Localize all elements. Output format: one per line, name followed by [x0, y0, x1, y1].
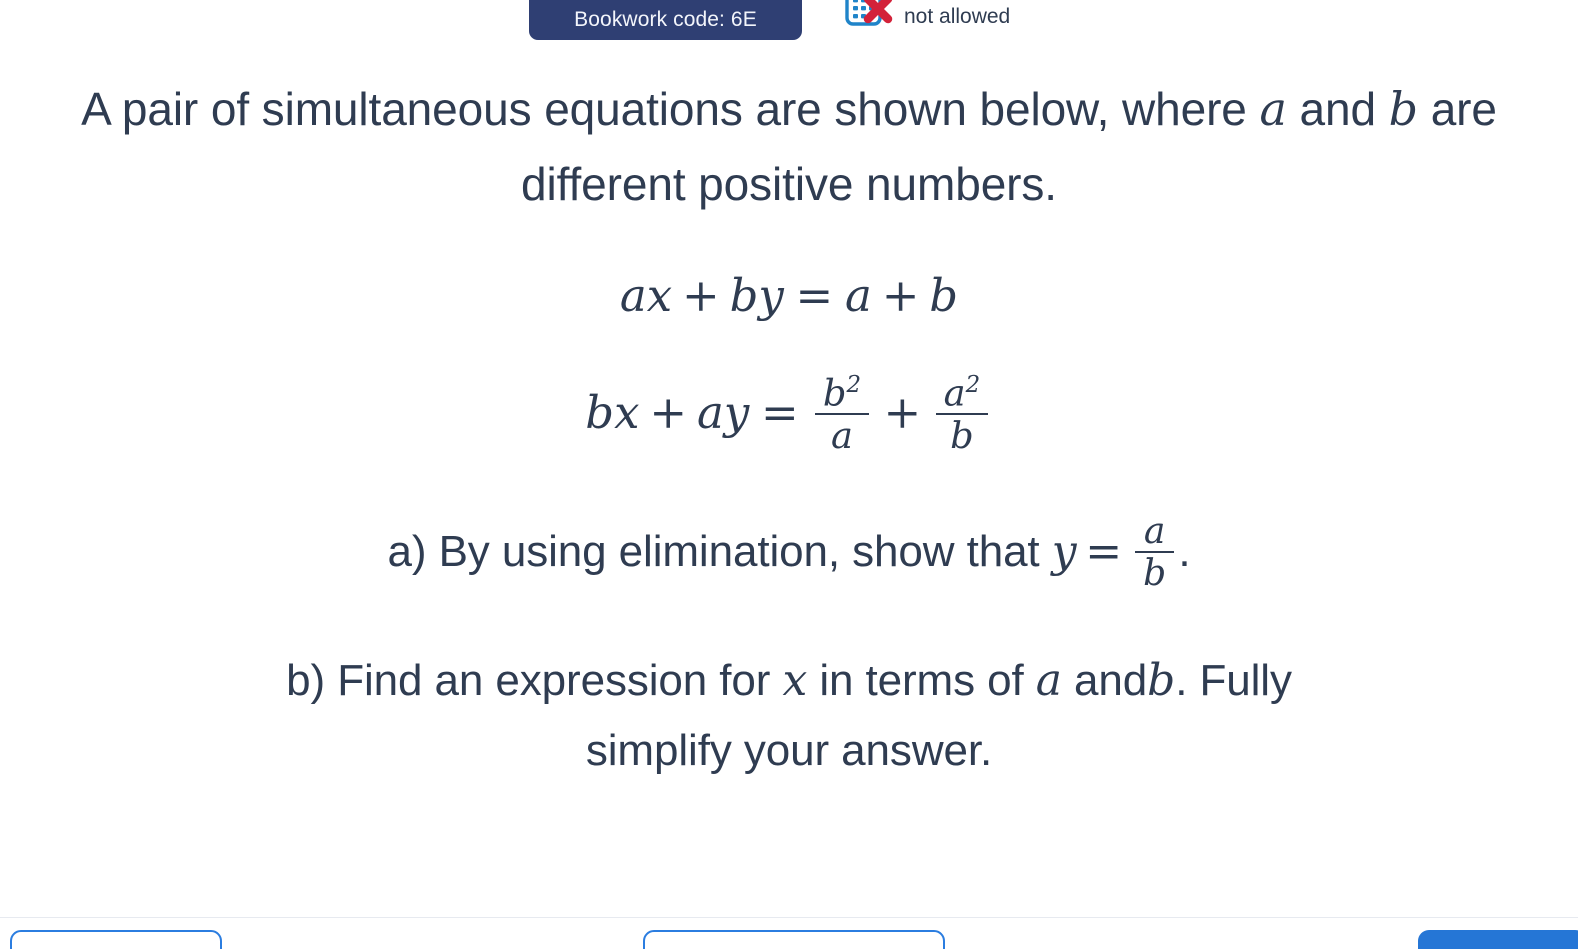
intro-text-between: and	[1299, 83, 1377, 135]
eq2-frac2-numerator: a2	[935, 371, 989, 416]
part-b-var-x: x	[782, 655, 808, 707]
eq2-lhs-coef-1: b	[585, 386, 615, 440]
question-body: A pair of simultaneous equations are sho…	[0, 52, 1578, 786]
part-a-frac-numerator: a	[1135, 512, 1175, 554]
eq1-rhs-term-1: a	[844, 269, 872, 323]
part-a-frac-denominator: b	[1143, 551, 1167, 594]
question-intro: A pair of simultaneous equations are sho…	[0, 52, 1578, 221]
eq1-lhs-var-2: y	[758, 269, 784, 323]
part-b-text-line-2: simplify your answer.	[585, 725, 993, 775]
eq2-frac2-num-base: a	[943, 371, 966, 415]
answer-button[interactable]: Answer	[643, 930, 945, 949]
calculator-notice-line-1: Calculator	[904, 0, 999, 2]
part-b-var-a: a	[1035, 655, 1062, 707]
eq2-lhs-var-1: x	[614, 386, 640, 440]
part-a-math-equals: =	[1085, 526, 1123, 578]
submit-button[interactable]: Submit	[1418, 930, 1578, 949]
equation-2: bx + ay = b2 a + a2 b	[0, 371, 1578, 457]
part-a-math: y = a b	[1051, 512, 1179, 592]
eq2-frac1-denominator: a	[830, 413, 853, 457]
eq1-rhs-term-2: b	[929, 269, 959, 323]
eq2-frac1-num-exponent: 2	[846, 371, 862, 398]
eq2-frac1-numerator: b2	[814, 371, 870, 416]
intro-var-b: b	[1388, 82, 1418, 136]
calculator-notice-text: Calculator not allowed	[904, 0, 1010, 30]
equation-1: ax + by = a + b	[0, 269, 1578, 322]
eq2-frac2-num-exponent: 2	[965, 371, 981, 398]
part-a-fraction: ab	[1135, 512, 1175, 594]
watch-video-button[interactable]: Watch video	[10, 930, 222, 949]
eq2-fraction-2: a2 b	[935, 371, 989, 457]
part-b-text-3: and	[1074, 656, 1148, 706]
part-a-text: By using elimination, show that	[438, 527, 1040, 577]
footer-toolbar: Watch video Answer Submit	[0, 930, 1578, 949]
bookwork-code-label: Bookwork code: 6E	[574, 8, 757, 31]
calculator-not-allowed-icon	[843, 0, 895, 32]
eq2-plus-1: +	[649, 386, 688, 440]
eq2-equals: =	[760, 386, 799, 440]
part-a-math-var: y	[1051, 526, 1077, 578]
eq2-plus-2: +	[883, 386, 922, 440]
eq1-plus-2: +	[881, 269, 920, 323]
eq1-lhs-var-1: x	[646, 269, 673, 323]
part-a-period: .	[1178, 527, 1191, 577]
question-part-b: b) Find an expression for x in terms of …	[0, 646, 1578, 785]
calculator-notice: Calculator not allowed	[843, 0, 1010, 32]
footer-divider	[0, 917, 1578, 918]
eq1-lhs-coef-1: a	[619, 269, 647, 323]
eq2-lhs-coef-2: a	[696, 386, 724, 440]
eq2-lhs-var-2: y	[723, 386, 750, 440]
intro-text-before-a: A pair of simultaneous equations are sho…	[81, 83, 1247, 135]
part-b-label: b)	[286, 656, 326, 706]
eq2-fraction-1: b2 a	[814, 371, 870, 457]
intro-var-a: a	[1259, 82, 1287, 136]
part-b-text-2: in terms of	[819, 656, 1024, 706]
part-b-text-4: . Fully	[1175, 656, 1292, 706]
part-b-text-1: Find an expression for	[337, 656, 771, 706]
eq2-frac1-num-base: b	[822, 371, 847, 415]
calculator-notice-line-2: not allowed	[904, 5, 1011, 28]
bookwork-code-badge: Bookwork code: 6E	[529, 0, 802, 40]
eq1-lhs-coef-2: b	[729, 269, 759, 323]
eq1-plus-1: +	[682, 269, 720, 323]
part-a-label: a)	[387, 527, 427, 577]
eq1-equals: =	[795, 269, 834, 323]
part-b-var-b: b	[1147, 655, 1176, 707]
eq2-frac2-denominator: b	[950, 413, 974, 457]
page-header: Bookwork code: 6E not allowed	[0, 0, 1578, 52]
question-part-a: a) By using elimination, show that y = a b.	[0, 512, 1578, 594]
